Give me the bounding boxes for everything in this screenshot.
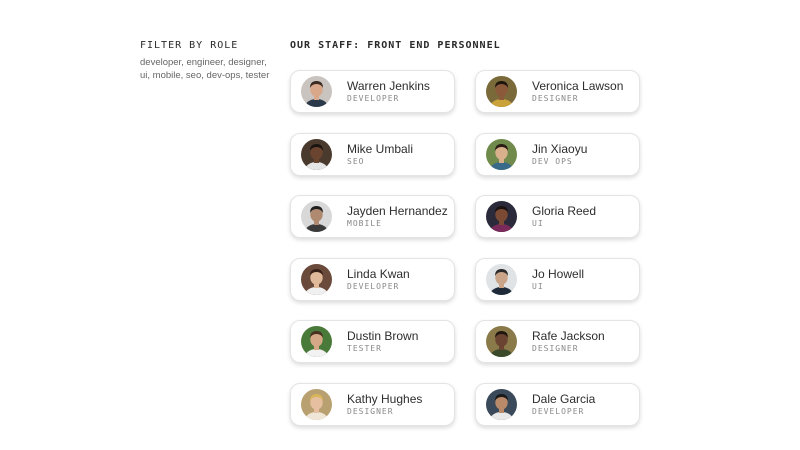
staff-card[interactable]: Jo Howell UI xyxy=(475,257,640,301)
staff-role: DEVELOPER xyxy=(347,281,400,291)
staff-card[interactable]: Jin Xiaoyu DEV OPS xyxy=(475,132,640,176)
staff-name: Veronica Lawson xyxy=(532,79,624,93)
page-title: OUR STAFF: FRONT END PERSONNEL xyxy=(290,40,501,51)
staff-name: Jo Howell xyxy=(532,266,585,281)
avatar xyxy=(301,388,332,420)
staff-role: SEO xyxy=(347,156,365,166)
staff-card[interactable]: Kathy Hughes DESIGNER xyxy=(290,382,455,426)
staff-card[interactable]: Veronica Lawson DESIGNER xyxy=(475,70,640,113)
staff-role: TESTER xyxy=(347,344,382,353)
staff-card[interactable]: Linda Kwan DEVELOPER xyxy=(290,257,455,301)
role-filter-list[interactable]: developer, engineer, designer, ui, mobil… xyxy=(140,56,275,82)
avatar xyxy=(486,138,517,170)
staff-card[interactable]: Gloria Reed UI xyxy=(475,195,640,238)
staff-card[interactable]: Dale Garcia DEVELOPER xyxy=(475,382,640,426)
role-filter-panel: FILTER BY ROLE developer, engineer, desi… xyxy=(140,40,275,82)
avatar xyxy=(301,326,332,357)
avatar xyxy=(301,263,332,295)
staff-name: Rafe Jackson xyxy=(532,329,605,343)
staff-grid: Warren Jenkins DEVELOPER Veronica Lawson… xyxy=(290,70,642,450)
staff-card[interactable]: Rafe Jackson DESIGNER xyxy=(475,320,640,363)
staff-card[interactable]: Jayden Hernandez MOBILE xyxy=(290,195,455,238)
staff-name: Dustin Brown xyxy=(347,329,419,343)
staff-role: DEVELOPER xyxy=(532,406,585,416)
staff-role: DEVELOPER xyxy=(347,94,400,103)
avatar xyxy=(301,201,332,232)
staff-name: Linda Kwan xyxy=(347,266,410,281)
avatar xyxy=(486,326,517,357)
staff-role: DESIGNER xyxy=(532,344,579,353)
staff-name: Warren Jenkins xyxy=(347,79,430,93)
staff-card[interactable]: Warren Jenkins DEVELOPER xyxy=(290,70,455,113)
avatar xyxy=(486,76,517,107)
staff-name: Dale Garcia xyxy=(532,391,596,406)
staff-role: DEV OPS xyxy=(532,156,573,166)
avatar xyxy=(301,76,332,107)
staff-card[interactable]: Dustin Brown TESTER xyxy=(290,320,455,363)
staff-role: UI xyxy=(532,281,544,291)
staff-name: Mike Umbali xyxy=(347,141,414,156)
staff-role: MOBILE xyxy=(347,219,382,228)
staff-card[interactable]: Mike Umbali SEO xyxy=(290,132,455,176)
staff-name: Jin Xiaoyu xyxy=(532,141,588,156)
staff-role: DESIGNER xyxy=(347,406,394,416)
staff-role: UI xyxy=(532,219,544,228)
staff-role: DESIGNER xyxy=(532,94,579,103)
avatar xyxy=(486,263,517,295)
staff-name: Gloria Reed xyxy=(532,204,597,218)
avatar xyxy=(486,201,517,232)
avatar xyxy=(301,138,332,170)
filter-title: FILTER BY ROLE xyxy=(140,40,239,51)
avatar xyxy=(486,388,517,420)
staff-name: Kathy Hughes xyxy=(347,391,423,406)
staff-name: Jayden Hernandez xyxy=(347,204,448,218)
